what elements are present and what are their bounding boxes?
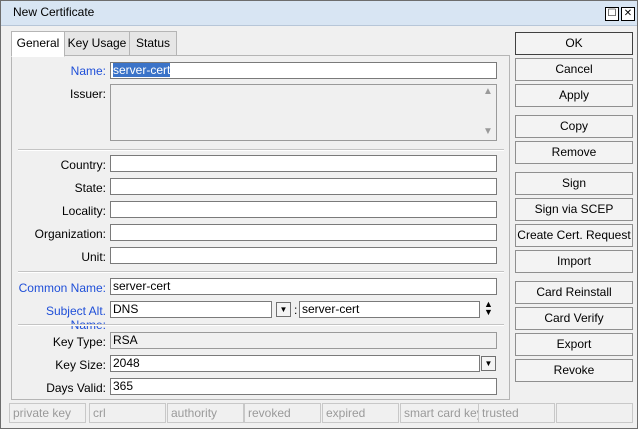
- separator: [18, 324, 504, 326]
- country-label: Country:: [60, 158, 106, 172]
- card-verify-button[interactable]: Card Verify: [515, 307, 633, 330]
- status-bar: private key crl authority revoked expire…: [7, 403, 633, 423]
- import-button[interactable]: Import: [515, 250, 633, 273]
- new-certificate-window: New Certificate ☐ ✕ General Key Usage St…: [0, 0, 638, 429]
- key-size-label: Key Size:: [55, 358, 106, 372]
- status-revoked: revoked: [244, 403, 321, 423]
- state-field[interactable]: [110, 178, 497, 195]
- country-field[interactable]: [110, 155, 497, 172]
- common-name-field[interactable]: server-cert: [110, 278, 497, 295]
- up-down-arrows-icon[interactable]: ▲ ▼: [484, 300, 493, 317]
- issuer-label: Issuer:: [69, 87, 106, 101]
- sign-button[interactable]: Sign: [515, 172, 633, 195]
- window-title: New Certificate: [13, 5, 95, 19]
- title-bar[interactable]: New Certificate ☐ ✕: [1, 1, 637, 26]
- organization-label: Organization:: [34, 227, 106, 241]
- separator: [18, 149, 504, 151]
- chevron-down-icon[interactable]: ▼: [276, 302, 291, 317]
- tab-status[interactable]: Status: [129, 31, 177, 56]
- status-trusted: trusted: [478, 403, 555, 423]
- key-type-field: RSA: [110, 332, 497, 349]
- status-authority: authority: [167, 403, 244, 423]
- days-valid-field[interactable]: 365: [110, 378, 497, 395]
- remove-button[interactable]: Remove: [515, 141, 633, 164]
- locality-label: Locality:: [61, 204, 106, 218]
- revoke-button[interactable]: Revoke: [515, 359, 633, 382]
- locality-field[interactable]: [110, 201, 497, 218]
- name-field[interactable]: server-cert: [110, 62, 497, 79]
- copy-button[interactable]: Copy: [515, 115, 633, 138]
- issuer-field[interactable]: [110, 84, 497, 141]
- subject-alt-separator: :: [294, 303, 298, 317]
- scroll-down-icon[interactable]: ▼: [482, 126, 494, 137]
- subject-alt-name-label: Subject Alt. Name:: [45, 304, 106, 332]
- subject-alt-value-field[interactable]: server-cert: [299, 301, 480, 318]
- name-label: Name:: [70, 64, 106, 78]
- close-icon[interactable]: ✕: [621, 7, 635, 21]
- card-reinstall-button[interactable]: Card Reinstall: [515, 281, 633, 304]
- chevron-down-icon[interactable]: ▼: [481, 356, 496, 371]
- status-empty: [556, 403, 633, 423]
- unit-label: Unit:: [81, 250, 106, 264]
- common-name-label: Common Name:: [18, 281, 106, 295]
- key-size-select[interactable]: 2048: [110, 355, 480, 372]
- unit-field[interactable]: [110, 247, 497, 264]
- days-valid-label: Days Valid:: [46, 381, 106, 395]
- cancel-button[interactable]: Cancel: [515, 58, 633, 81]
- status-expired: expired: [322, 403, 399, 423]
- tab-general[interactable]: General: [11, 31, 65, 57]
- scroll-up-icon[interactable]: ▲: [482, 86, 494, 97]
- status-private-key: private key: [9, 403, 86, 423]
- name-value: server-cert: [113, 63, 171, 77]
- status-crl: crl: [89, 403, 166, 423]
- tab-key-usage[interactable]: Key Usage: [64, 31, 130, 56]
- organization-field[interactable]: [110, 224, 497, 241]
- state-label: State:: [74, 181, 106, 195]
- ok-button[interactable]: OK: [515, 32, 633, 55]
- apply-button[interactable]: Apply: [515, 84, 633, 107]
- sign-via-scep-button[interactable]: Sign via SCEP: [515, 198, 633, 221]
- export-button[interactable]: Export: [515, 333, 633, 356]
- separator: [18, 271, 504, 273]
- subject-alt-type-select[interactable]: DNS: [110, 301, 272, 318]
- status-smart-card-key: smart card key: [400, 403, 479, 423]
- create-cert-request-button[interactable]: Create Cert. Request: [515, 224, 633, 247]
- general-panel: Name: server-cert Issuer: ▲ ▼ Country: S…: [11, 55, 510, 400]
- key-type-label: Key Type:: [52, 335, 106, 349]
- restore-icon[interactable]: ☐: [605, 7, 619, 21]
